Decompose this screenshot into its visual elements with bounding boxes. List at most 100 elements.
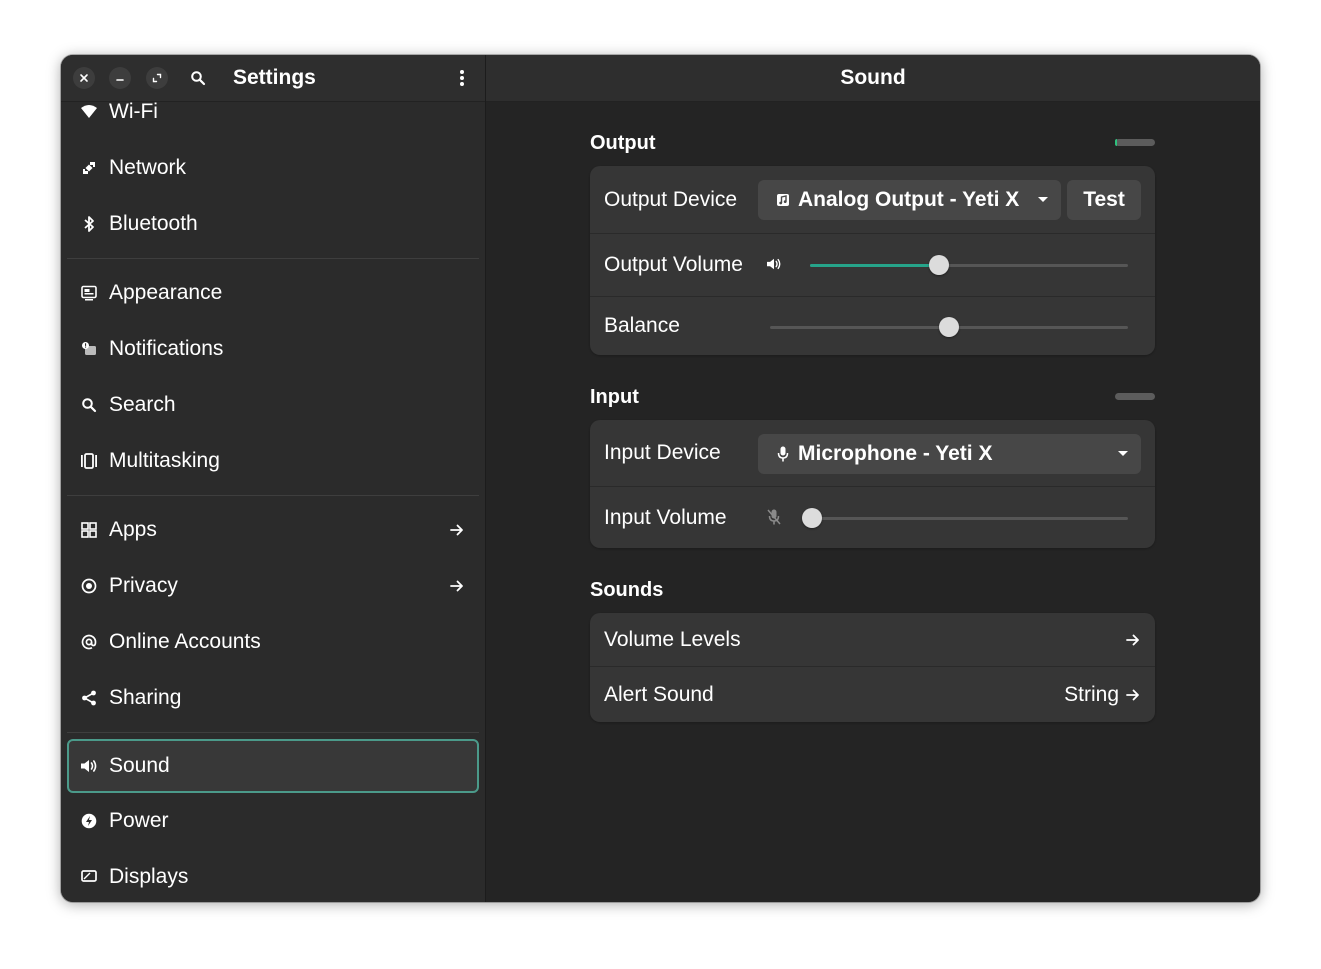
sidebar-separator bbox=[67, 732, 479, 733]
sidebar-separator bbox=[67, 495, 479, 496]
sidebar-item-displays[interactable]: Displays bbox=[67, 849, 479, 902]
sidebar-item-search[interactable]: Search bbox=[67, 377, 479, 433]
speaker-icon bbox=[766, 256, 782, 272]
page-title: Sound bbox=[840, 66, 906, 89]
chevron-down-icon bbox=[1037, 194, 1049, 206]
arrow-right-icon bbox=[449, 522, 465, 538]
microphone-muted-icon bbox=[766, 509, 782, 525]
sidebar-item-label: Wi-Fi bbox=[109, 100, 158, 123]
input-section-title: Input bbox=[590, 386, 639, 408]
balance-row: Balance bbox=[590, 297, 1155, 355]
output-level-fill bbox=[1115, 139, 1117, 146]
displays-icon bbox=[80, 868, 98, 886]
input-device-label: Input Device bbox=[604, 441, 721, 464]
alert-sound-row[interactable]: Alert Sound String bbox=[590, 667, 1155, 722]
appearance-icon bbox=[80, 284, 98, 302]
sidebar-item-multitasking[interactable]: Multitasking bbox=[67, 433, 479, 489]
sidebar-item-apps[interactable]: Apps bbox=[67, 502, 479, 558]
alert-sound-label: Alert Sound bbox=[604, 683, 714, 706]
sidebar-item-wifi[interactable]: Wi-Fi bbox=[67, 84, 479, 140]
output-device-value: Analog Output - Yeti X bbox=[798, 188, 1020, 211]
settings-window: Settings Wi-Fi Network Bluetooth Appeara… bbox=[61, 55, 1260, 902]
apps-icon bbox=[80, 521, 98, 539]
sound-icon bbox=[80, 757, 98, 775]
sidebar-item-sharing[interactable]: Sharing bbox=[67, 670, 479, 726]
slider-fill bbox=[810, 264, 940, 267]
sidebar-item-label: Notifications bbox=[109, 337, 224, 360]
input-group: Input Device Microphone - Yeti X Input V… bbox=[590, 420, 1155, 548]
power-icon bbox=[80, 812, 98, 830]
input-device-row: Input Device Microphone - Yeti X bbox=[590, 420, 1155, 487]
input-level-bar bbox=[1115, 393, 1155, 400]
sidebar-item-sound[interactable]: Sound bbox=[67, 739, 479, 793]
sidebar-item-network[interactable]: Network bbox=[67, 140, 479, 196]
sidebar-item-label: Displays bbox=[109, 865, 189, 888]
input-volume-slider[interactable] bbox=[802, 508, 1128, 528]
sounds-group: Volume Levels Alert Sound String bbox=[590, 613, 1155, 722]
sidebar-item-label: Network bbox=[109, 156, 187, 179]
privacy-icon bbox=[80, 577, 98, 595]
alert-sound-value: String bbox=[1064, 683, 1119, 706]
slider-track bbox=[802, 517, 1128, 520]
input-device-value: Microphone - Yeti X bbox=[798, 442, 993, 465]
sidebar-item-label: Multitasking bbox=[109, 449, 220, 472]
output-volume-slider[interactable] bbox=[810, 255, 1128, 275]
restore-icon bbox=[152, 73, 162, 83]
arrow-right-icon bbox=[1125, 632, 1141, 648]
sidebar-item-notifications[interactable]: Notifications bbox=[67, 321, 479, 377]
output-section-title: Output bbox=[590, 132, 656, 154]
sidebar-item-label: Sharing bbox=[109, 686, 182, 709]
arrow-right-icon bbox=[1125, 687, 1141, 703]
close-icon bbox=[80, 74, 88, 82]
multitasking-icon bbox=[80, 452, 98, 470]
slider-knob[interactable] bbox=[802, 508, 822, 528]
sidebar-item-power[interactable]: Power bbox=[67, 793, 479, 849]
sidebar-item-label: Search bbox=[109, 393, 176, 416]
minimize-icon bbox=[116, 79, 124, 81]
sidebar-item-appearance[interactable]: Appearance bbox=[67, 265, 479, 321]
chevron-down-icon bbox=[1117, 448, 1129, 460]
balance-slider[interactable] bbox=[770, 317, 1128, 337]
test-button[interactable]: Test bbox=[1067, 180, 1141, 220]
sidebar-item-label: Sound bbox=[109, 754, 170, 777]
slider-knob[interactable] bbox=[929, 255, 950, 275]
search-icon bbox=[80, 396, 98, 414]
sidebar-item-label: Power bbox=[109, 809, 169, 832]
network-icon bbox=[80, 159, 98, 177]
sidebar-item-bluetooth[interactable]: Bluetooth bbox=[67, 196, 479, 252]
output-device-row: Output Device Analog Output - Yeti X Tes… bbox=[590, 166, 1155, 234]
sidebar-separator bbox=[67, 258, 479, 259]
sidebar-item-privacy[interactable]: Privacy bbox=[67, 558, 479, 614]
input-volume-label: Input Volume bbox=[604, 506, 727, 529]
output-volume-row: Output Volume bbox=[590, 234, 1155, 297]
notifications-icon bbox=[80, 340, 98, 358]
output-device-dropdown[interactable]: Analog Output - Yeti X bbox=[758, 180, 1061, 220]
sidebar: Settings Wi-Fi Network Bluetooth Appeara… bbox=[61, 55, 486, 902]
arrow-right-icon bbox=[449, 578, 465, 594]
sidebar-item-label: Apps bbox=[109, 518, 157, 541]
sidebar-item-online-accounts[interactable]: Online Accounts bbox=[67, 614, 479, 670]
balance-label: Balance bbox=[604, 314, 680, 337]
volume-levels-row[interactable]: Volume Levels bbox=[590, 613, 1155, 667]
sounds-section-title: Sounds bbox=[590, 579, 664, 601]
online-accounts-icon bbox=[80, 633, 98, 651]
microphone-icon bbox=[775, 446, 791, 462]
sidebar-item-label: Bluetooth bbox=[109, 212, 198, 235]
sidebar-list: Wi-Fi Network Bluetooth Appearance Notif… bbox=[61, 100, 485, 902]
volume-levels-label: Volume Levels bbox=[604, 628, 741, 651]
slider-knob[interactable] bbox=[939, 317, 959, 337]
input-volume-row: Input Volume bbox=[590, 487, 1155, 548]
sharing-icon bbox=[80, 689, 98, 707]
output-group: Output Device Analog Output - Yeti X Tes… bbox=[590, 166, 1155, 355]
wifi-icon bbox=[80, 103, 98, 121]
content-header: Sound bbox=[486, 55, 1260, 102]
audio-file-icon bbox=[775, 192, 791, 208]
output-level-bar bbox=[1115, 139, 1155, 146]
sidebar-item-label: Online Accounts bbox=[109, 630, 261, 653]
input-device-dropdown[interactable]: Microphone - Yeti X bbox=[758, 434, 1141, 474]
content-pane: Sound Output Output Device Analog Output… bbox=[486, 55, 1260, 902]
sidebar-item-label: Appearance bbox=[109, 281, 223, 304]
sidebar-item-label: Privacy bbox=[109, 574, 178, 597]
output-volume-label: Output Volume bbox=[604, 253, 743, 276]
bluetooth-icon bbox=[80, 215, 98, 233]
